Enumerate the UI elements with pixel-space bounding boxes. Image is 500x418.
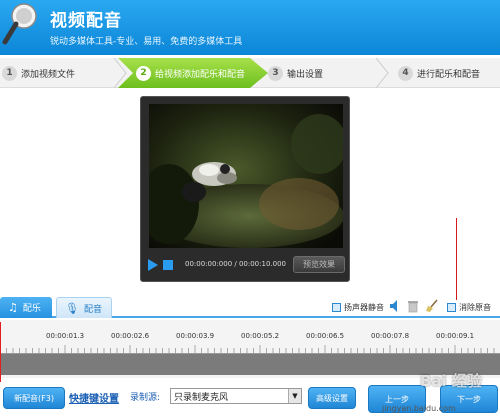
microphone-logo-icon	[2, 3, 37, 45]
app-header: 视频配音 锐动多媒体工具-专业、易用、免费的多媒体工具	[0, 0, 500, 55]
checkbox-label: 扬声器静音	[344, 302, 384, 312]
chevron-right-icon	[376, 58, 389, 88]
step-number: 4	[398, 65, 413, 81]
step-label: 添加视频文件	[21, 69, 76, 80]
stop-button[interactable]	[163, 260, 173, 270]
step-number: 3	[268, 65, 283, 81]
play-button[interactable]	[148, 259, 158, 271]
player-controls: 00:00:00:000 / 00:00:10.000 预览效果	[141, 251, 349, 279]
baidu-watermark: Bai 经验	[420, 372, 482, 390]
step-label: 进行配乐和配音	[417, 69, 481, 80]
time-label: 00:00:02.6	[111, 332, 150, 340]
chevron-down-icon: ▼	[288, 389, 301, 403]
time-label: 00:00:07.8	[371, 332, 410, 340]
microphone-icon: 🎙︎	[65, 301, 79, 315]
tab-voice[interactable]: 🎙︎ 配音	[56, 297, 112, 318]
speaker-icon[interactable]	[389, 299, 401, 313]
step-add-music-voice[interactable]: 2 给视频添加配乐和配音	[118, 58, 268, 88]
time-label: 00:00:06.5	[306, 332, 345, 340]
app-subtitle: 锐动多媒体工具-专业、易用、免费的多媒体工具	[50, 37, 243, 47]
video-player: 00:00:00:000 / 00:00:10.000 预览效果	[140, 96, 350, 282]
music-note-icon: ♫	[8, 301, 18, 314]
mute-speaker-checkbox[interactable]: 扬声器静音	[332, 299, 384, 315]
time-label: 00:00:05.2	[241, 332, 280, 340]
app-title: 视频配音	[50, 11, 122, 31]
video-frame-image	[149, 104, 343, 248]
tab-label: 配音	[83, 304, 102, 315]
step-output-settings[interactable]: 3 输出设置	[264, 58, 376, 88]
broom-icon[interactable]	[425, 299, 439, 313]
step-number: 2	[136, 65, 151, 81]
preview-effect-button[interactable]: 预览效果	[293, 256, 345, 273]
step-number: 1	[2, 65, 17, 81]
playhead[interactable]	[0, 322, 1, 384]
step-perform-dubbing[interactable]: 4 进行配乐和配音	[396, 58, 500, 88]
trash-icon[interactable]	[407, 299, 419, 313]
time-readout: 00:00:00:000 / 00:00:10.000	[185, 260, 286, 268]
shortcut-settings-link[interactable]: 快捷键设置	[69, 390, 119, 405]
step-label: 输出设置	[287, 69, 324, 80]
record-source-value: 只录制麦克风	[174, 393, 229, 403]
time-label: 00:00:01.3	[46, 332, 85, 340]
checkbox[interactable]	[332, 302, 341, 312]
step-add-video[interactable]: 1 添加视频文件	[0, 58, 118, 88]
remove-original-audio-checkbox[interactable]: 消除原音	[447, 299, 491, 315]
time-ruler	[0, 345, 495, 353]
watermark-url: jingyan.baidu.com	[382, 404, 456, 413]
wizard-steps: 1 添加视频文件 2 给视频添加配乐和配音 3 输出设置 4 进行配乐和配音	[0, 58, 500, 88]
record-source-label: 录制源:	[130, 393, 161, 403]
annotation-arrow	[456, 218, 457, 300]
advanced-settings-button[interactable]: 高级设置	[308, 387, 356, 409]
time-label: 00:00:03.9	[176, 332, 215, 340]
step-label: 给视频添加配乐和配音	[155, 69, 246, 80]
record-source-select[interactable]: 只录制麦克风 ▼	[170, 388, 302, 404]
checkbox[interactable]	[447, 302, 456, 312]
tab-bar: ♫ 配乐 🎙︎ 配音 扬声器静音 消除原音	[0, 296, 500, 318]
video-still-image	[149, 104, 343, 248]
checkbox-label: 消除原音	[459, 302, 491, 312]
tab-music[interactable]: ♫ 配乐	[0, 297, 52, 318]
time-label: 00:00:09.1	[436, 332, 475, 340]
tab-label: 配乐	[22, 304, 41, 314]
new-voice-button[interactable]: 新配音(F3)	[3, 387, 65, 409]
